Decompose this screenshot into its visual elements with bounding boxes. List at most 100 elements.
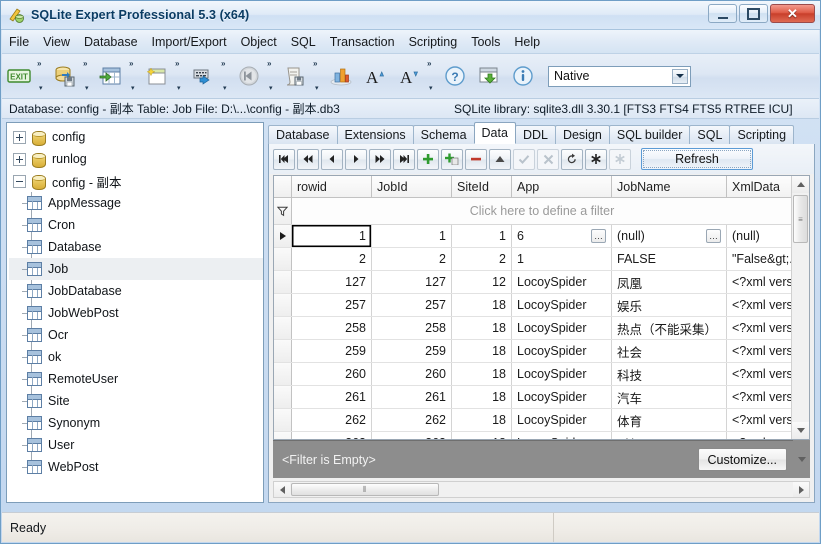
tab-design[interactable]: Design [554, 125, 610, 144]
cell-xmldata[interactable]: <?xml version= [727, 386, 792, 408]
post-edit-button[interactable] [513, 148, 535, 170]
duplicate-record-button[interactable] [441, 148, 463, 170]
filter-placeholder-text[interactable]: Click here to define a filter [292, 198, 792, 224]
tab-data[interactable]: Data [473, 122, 516, 144]
grid-horizontal-scrollbar[interactable]: ⦀ [273, 481, 810, 498]
cell-xmldata[interactable]: <?xml version= [727, 294, 792, 316]
cell-xmldata[interactable]: <?xml version= [727, 409, 792, 431]
database-overflow-chevron[interactable]: » ▾ [82, 57, 94, 95]
cell-jobid[interactable]: 1 [372, 225, 452, 247]
cell-jobid[interactable]: 260 [372, 363, 452, 385]
script-overflow-chevron[interactable]: » ▾ [312, 57, 324, 95]
cell-siteid[interactable]: 18 [452, 317, 512, 339]
cell-jobid[interactable]: 263 [372, 432, 452, 439]
tree-item-ocr[interactable]: Ocr [9, 324, 263, 346]
tab-ddl[interactable]: DDL [514, 125, 556, 144]
cell-app[interactable]: LocoySpider [512, 317, 612, 339]
table-row[interactable]: 262 262 18 LocoySpider 体育 <?xml version= [274, 409, 792, 432]
cell-jobname[interactable]: (null)… [612, 225, 727, 247]
cell-jobname[interactable]: 娱乐 [612, 294, 727, 316]
cell-app[interactable]: LocoySpider [512, 271, 612, 293]
tree-node-runlog[interactable]: runlog [9, 148, 263, 170]
edit-record-button[interactable] [489, 148, 511, 170]
cell-xmldata[interactable]: <?xml version= [727, 271, 792, 293]
new-document-button[interactable] [140, 57, 174, 95]
menu-scripting[interactable]: Scripting [402, 32, 465, 52]
table-row[interactable]: 258 258 18 LocoySpider 热点（不能采集） <?xml ve… [274, 317, 792, 340]
expand-icon[interactable] [13, 130, 26, 144]
menu-view[interactable]: View [36, 32, 77, 52]
tab-schema[interactable]: Schema [412, 125, 475, 144]
menu-object[interactable]: Object [234, 32, 284, 52]
next-record-button[interactable] [345, 148, 367, 170]
help-button[interactable]: ? [438, 57, 472, 95]
cell-jobid[interactable]: 2 [372, 248, 452, 270]
tree-item-remoteuser[interactable]: RemoteUser [9, 368, 263, 390]
cell-xmldata[interactable]: <?xml version= [727, 363, 792, 385]
menu-help[interactable]: Help [507, 32, 547, 52]
sql-overflow-chevron[interactable]: » ▾ [220, 57, 232, 95]
exit-overflow-chevron[interactable]: » ▾ [36, 57, 48, 95]
ellipsis-button[interactable]: … [706, 229, 721, 243]
grid-filter-row[interactable]: Click here to define a filter [274, 198, 792, 225]
delete-record-button[interactable] [465, 148, 487, 170]
cell-jobname[interactable]: 汽车 [612, 386, 727, 408]
tree-node-config-copy[interactable]: config - 副本 [9, 170, 263, 192]
info-button[interactable] [506, 57, 540, 95]
tree-item-webpost[interactable]: WebPost [9, 456, 263, 478]
menu-tools[interactable]: Tools [464, 32, 507, 52]
menu-sql[interactable]: SQL [284, 32, 323, 52]
expand-icon[interactable] [13, 152, 26, 166]
exit-button[interactable]: EXIT [2, 57, 36, 95]
cell-app[interactable]: LocoySpider [512, 432, 612, 439]
cell-siteid[interactable]: 18 [452, 432, 512, 439]
font-increase-button[interactable]: A [358, 57, 392, 95]
cell-jobid[interactable]: 262 [372, 409, 452, 431]
column-header-jobid[interactable]: JobId [372, 176, 452, 197]
cell-app[interactable]: LocoySpider [512, 340, 612, 362]
grid-vertical-scrollbar[interactable]: ≡ [791, 176, 809, 439]
collapse-icon[interactable] [13, 174, 26, 188]
cell-jobname[interactable]: 社会 [612, 340, 727, 362]
menu-import-export[interactable]: Import/Export [145, 32, 234, 52]
cell-siteid[interactable]: 18 [452, 340, 512, 362]
open-database-button[interactable] [48, 57, 82, 95]
column-header-siteid[interactable]: SiteId [452, 176, 512, 197]
tree-item-jobwebpost[interactable]: JobWebPost [9, 302, 263, 324]
last-record-button[interactable] [393, 148, 415, 170]
cell-rowid[interactable]: 262 [292, 409, 372, 431]
minimize-button[interactable] [708, 4, 737, 23]
execute-sql-button[interactable] [186, 57, 220, 95]
cell-rowid[interactable]: 258 [292, 317, 372, 339]
next-page-button[interactable] [369, 148, 391, 170]
cell-xmldata[interactable]: "False&gt;.html· [727, 248, 792, 270]
scroll-left-button[interactable] [274, 482, 290, 497]
tree-item-database[interactable]: Database [9, 236, 263, 258]
document-overflow-chevron[interactable]: » ▾ [174, 57, 186, 95]
tree-item-cron[interactable]: Cron [9, 214, 263, 236]
tree-item-appmessage[interactable]: AppMessage [9, 192, 263, 214]
cell-app[interactable]: LocoySpider [512, 363, 612, 385]
menu-transaction[interactable]: Transaction [323, 32, 402, 52]
filter-builder-icon[interactable] [274, 198, 292, 224]
cell-app[interactable]: LocoySpider [512, 294, 612, 316]
tree-item-synonym[interactable]: Synonym [9, 412, 263, 434]
tree-item-job[interactable]: Job [9, 258, 263, 280]
cell-rowid[interactable]: 257 [292, 294, 372, 316]
script-save-button[interactable] [278, 57, 312, 95]
scroll-thumb[interactable]: ≡ [793, 195, 808, 243]
cell-rowid[interactable]: 2 [292, 248, 372, 270]
hscroll-thumb[interactable]: ⦀ [291, 483, 439, 496]
scroll-up-button[interactable] [792, 176, 809, 193]
table-row[interactable]: 2 2 2 1 FALSE "False&gt;.html· [274, 248, 792, 271]
cell-xmldata[interactable]: <?xml version= [727, 432, 792, 439]
back-button[interactable] [232, 57, 266, 95]
clear-null-button[interactable] [609, 148, 631, 170]
cell-siteid[interactable]: 2 [452, 248, 512, 270]
refresh-record-button[interactable] [561, 148, 583, 170]
table-row[interactable]: 259 259 18 LocoySpider 社会 <?xml version= [274, 340, 792, 363]
cell-xmldata[interactable]: <?xml version= [727, 340, 792, 362]
column-header-xmldata[interactable]: XmlData [727, 176, 792, 197]
navigate-overflow-chevron[interactable]: » ▾ [266, 57, 278, 95]
table-row[interactable]: 257 257 18 LocoySpider 娱乐 <?xml version= [274, 294, 792, 317]
